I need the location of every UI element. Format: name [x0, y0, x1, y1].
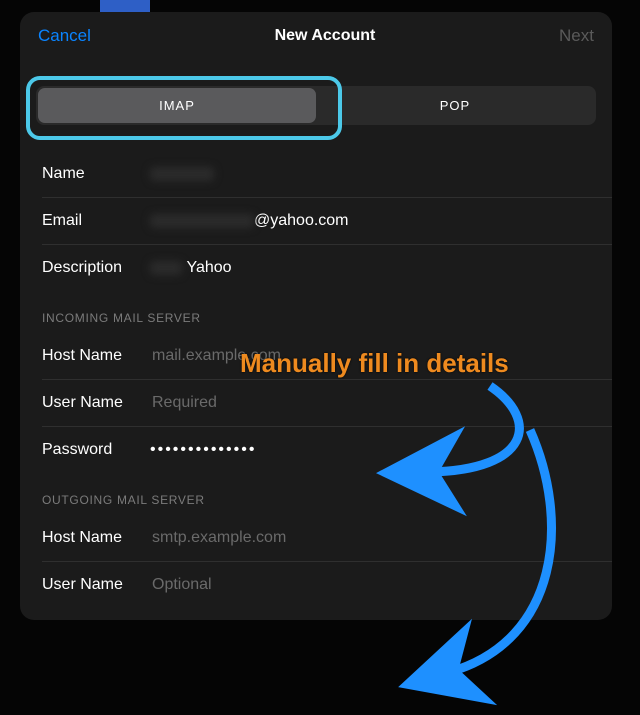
- new-account-sheet: Cancel New Account Next IMAP POP Name xx…: [20, 12, 612, 620]
- email-row: Email xxxxxxxxxxxxx@yahoo.com: [42, 197, 612, 244]
- incoming-password-field[interactable]: ••••••••••••••: [150, 441, 590, 459]
- cancel-button[interactable]: Cancel: [38, 26, 91, 46]
- incoming-server-group: INCOMING MAIL SERVER Host Name User Name…: [20, 311, 612, 473]
- incoming-user-label: User Name: [42, 394, 150, 412]
- description-text: Yahoo: [186, 259, 231, 276]
- protocol-segmented-control[interactable]: IMAP POP: [36, 86, 596, 125]
- incoming-user-row: User Name: [42, 379, 612, 426]
- incoming-password-label: Password: [42, 441, 150, 459]
- description-field[interactable]: xxxx Yahoo: [150, 259, 590, 277]
- page-title: New Account: [275, 27, 376, 45]
- incoming-header: INCOMING MAIL SERVER: [20, 311, 612, 333]
- outgoing-header: OUTGOING MAIL SERVER: [20, 493, 612, 515]
- description-row: Description xxxx Yahoo: [42, 244, 612, 291]
- outgoing-user-field[interactable]: [150, 575, 590, 595]
- incoming-user-field[interactable]: [150, 393, 590, 413]
- next-button[interactable]: Next: [559, 26, 594, 46]
- email-field[interactable]: xxxxxxxxxxxxx@yahoo.com: [150, 212, 590, 230]
- incoming-host-label: Host Name: [42, 347, 150, 365]
- incoming-password-row: Password ••••••••••••••: [42, 426, 612, 473]
- name-field[interactable]: xxxxxxxx: [150, 165, 590, 183]
- email-domain: @yahoo.com: [254, 212, 349, 229]
- outgoing-server-group: OUTGOING MAIL SERVER Host Name User Name: [20, 493, 612, 608]
- segment-imap[interactable]: IMAP: [38, 88, 316, 123]
- email-label: Email: [42, 212, 150, 230]
- outgoing-user-label: User Name: [42, 576, 150, 594]
- nav-bar: Cancel New Account Next: [20, 12, 612, 64]
- name-label: Name: [42, 165, 150, 183]
- description-label: Description: [42, 259, 150, 277]
- outgoing-host-label: Host Name: [42, 529, 150, 547]
- segment-pop[interactable]: POP: [316, 88, 594, 123]
- outgoing-host-field[interactable]: [150, 528, 590, 548]
- outgoing-user-row: User Name: [42, 561, 612, 608]
- incoming-host-row: Host Name: [20, 333, 612, 379]
- account-info-group: Name xxxxxxxx Email xxxxxxxxxxxxx@yahoo.…: [20, 151, 612, 291]
- name-row: Name xxxxxxxx: [20, 151, 612, 197]
- outgoing-host-row: Host Name: [20, 515, 612, 561]
- incoming-host-field[interactable]: [150, 346, 590, 366]
